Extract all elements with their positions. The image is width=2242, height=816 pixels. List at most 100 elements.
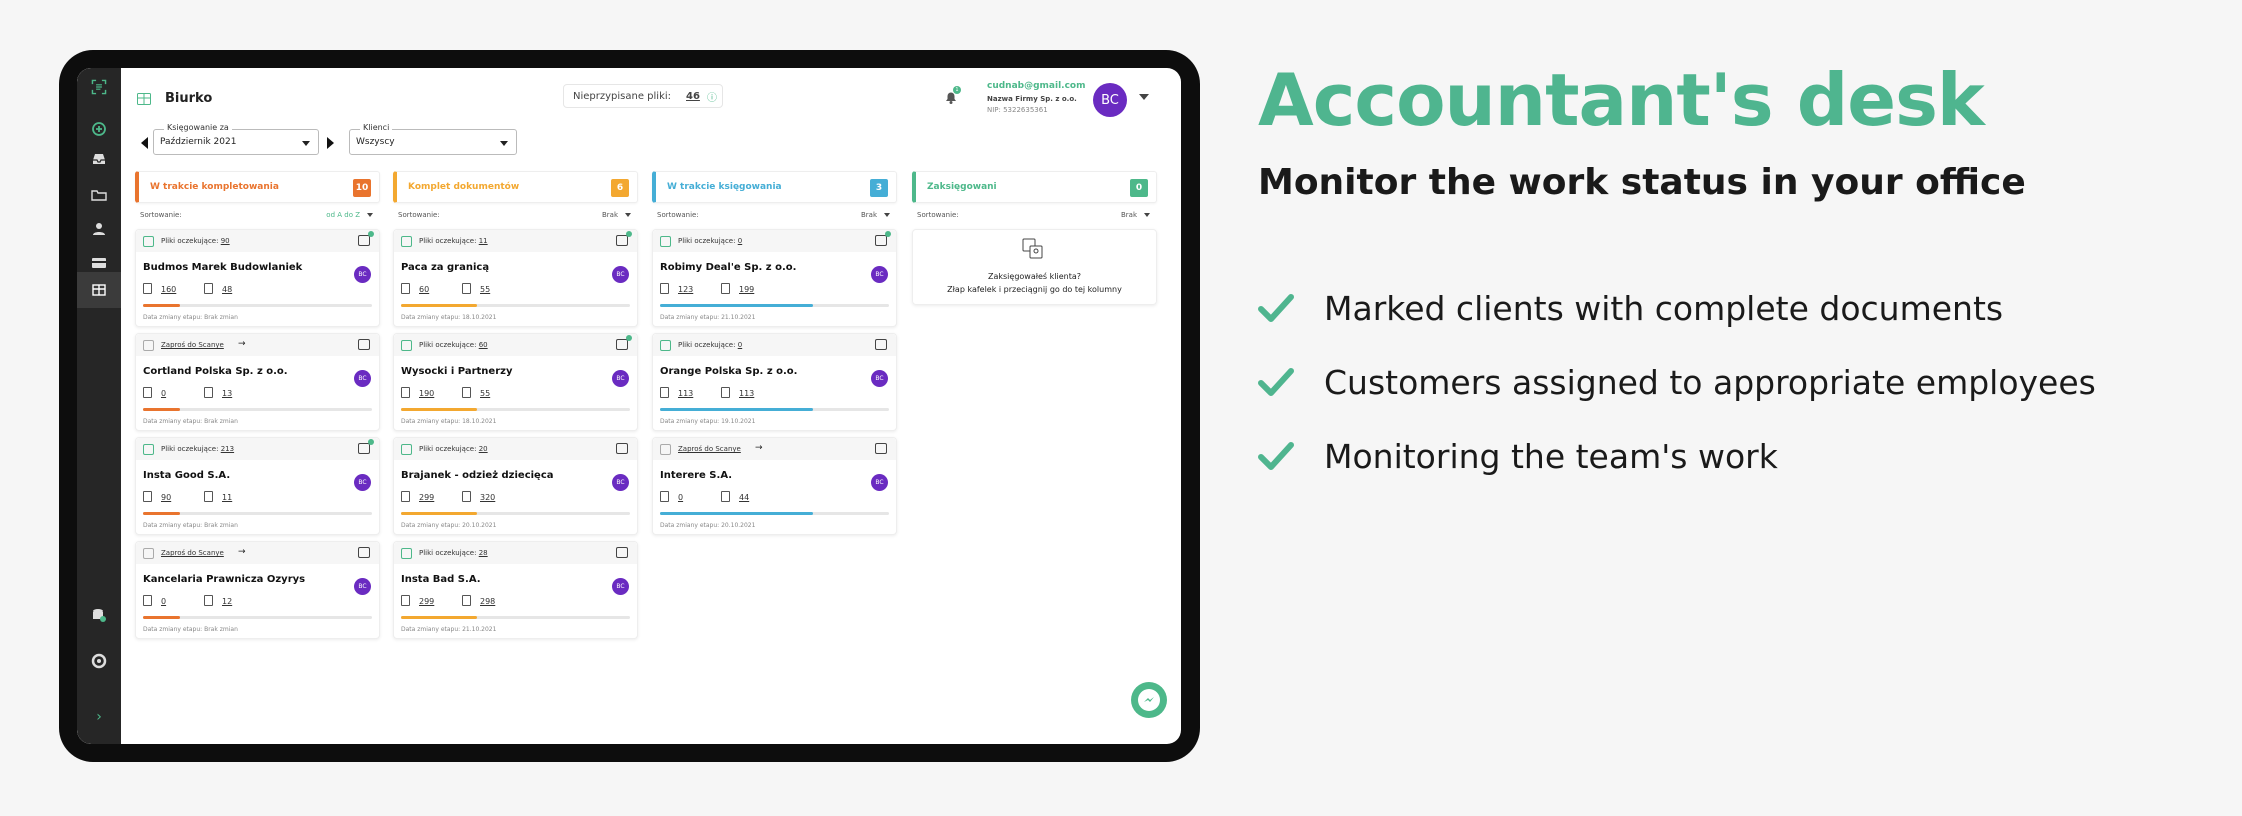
pending-count[interactable]: 60: [479, 341, 488, 349]
assignee-avatar[interactable]: BC: [612, 474, 629, 491]
assignee-avatar[interactable]: BC: [354, 474, 371, 491]
client-card[interactable]: Pliki oczekujące: 20 Brajanek - odzież d…: [393, 437, 638, 535]
message-icon[interactable]: [616, 335, 632, 350]
database-icon[interactable]: [90, 606, 108, 624]
help-icon[interactable]: [90, 652, 108, 670]
next-period-arrow-icon[interactable]: [327, 137, 334, 149]
message-icon[interactable]: [358, 547, 370, 558]
info-icon[interactable]: ⓘ: [707, 89, 717, 104]
exported-count[interactable]: 55: [480, 285, 490, 294]
pending-count[interactable]: 90: [221, 237, 230, 245]
inbox-icon[interactable]: [90, 150, 108, 168]
exported-count[interactable]: 320: [480, 493, 495, 502]
column-count-badge: 3: [870, 179, 888, 197]
assignee-avatar[interactable]: BC: [612, 266, 629, 283]
invite-link[interactable]: Zaproś do Scanye: [161, 549, 224, 557]
user-avatar[interactable]: BC: [1093, 83, 1127, 117]
client-card[interactable]: Pliki oczekujące: 90 Budmos Marek Budowl…: [135, 229, 380, 327]
exported-count[interactable]: 12: [222, 597, 232, 606]
notifications-icon[interactable]: 1: [943, 86, 961, 105]
arrow-right-icon[interactable]: →: [238, 547, 246, 557]
sort-row[interactable]: Sortowanie: Brak: [393, 203, 638, 223]
progress-bar: [401, 616, 630, 619]
pending-count[interactable]: 0: [738, 341, 742, 349]
period-select[interactable]: Księgowanie za Październik 2021: [153, 123, 319, 155]
prev-period-arrow-icon[interactable]: [141, 137, 148, 149]
invite-link[interactable]: Zaproś do Scanye: [678, 445, 741, 453]
assignee-avatar[interactable]: BC: [871, 474, 888, 491]
main-content: Biurko Nieprzypisane pliki: 46 ⓘ 1 cudna…: [121, 68, 1181, 744]
exported-count[interactable]: 55: [480, 389, 490, 398]
message-icon[interactable]: [358, 339, 370, 350]
expand-icon[interactable]: ›: [90, 708, 108, 726]
message-icon[interactable]: [875, 231, 891, 246]
message-icon[interactable]: [358, 231, 374, 246]
exported-count[interactable]: 44: [739, 493, 749, 502]
documents-count[interactable]: 299: [419, 597, 434, 606]
assignee-avatar[interactable]: BC: [871, 370, 888, 387]
exported-count[interactable]: 13: [222, 389, 232, 398]
client-card[interactable]: Zaproś do Scanye → Kancelaria Prawnicza …: [135, 541, 380, 639]
documents-count[interactable]: 0: [161, 597, 166, 606]
chat-button[interactable]: [1131, 682, 1167, 718]
message-icon[interactable]: [875, 443, 887, 454]
arrow-right-icon[interactable]: →: [755, 443, 763, 453]
documents-count[interactable]: 0: [161, 389, 166, 398]
pending-count[interactable]: 213: [221, 445, 234, 453]
unassigned-count[interactable]: 46: [686, 91, 700, 102]
card-icon[interactable]: [90, 254, 108, 272]
message-icon[interactable]: [616, 443, 628, 454]
documents-count[interactable]: 190: [419, 389, 434, 398]
message-icon[interactable]: [875, 339, 887, 350]
documents-count[interactable]: 160: [161, 285, 176, 294]
sort-row[interactable]: Sortowanie: od A do Z: [135, 203, 380, 223]
documents-count[interactable]: 90: [161, 493, 171, 502]
client-card[interactable]: Pliki oczekujące: 28 Insta Bad S.A. BC 2…: [393, 541, 638, 639]
exported-count[interactable]: 113: [739, 389, 754, 398]
client-card[interactable]: Pliki oczekujące: 11 Paca za granicą BC …: [393, 229, 638, 327]
user-icon[interactable]: [90, 220, 108, 238]
client-card[interactable]: Pliki oczekujące: 0 Orange Polska Sp. z …: [652, 333, 897, 431]
message-icon[interactable]: [616, 231, 632, 246]
client-card[interactable]: Pliki oczekujące: 0 Robimy Deal'e Sp. z …: [652, 229, 897, 327]
invite-link[interactable]: Zaproś do Scanye: [161, 341, 224, 349]
arrow-right-icon[interactable]: →: [238, 339, 246, 349]
desk-icon[interactable]: [77, 272, 121, 308]
client-card[interactable]: Pliki oczekujące: 60 Wysocki i Partnerzy…: [393, 333, 638, 431]
pending-count[interactable]: 0: [738, 237, 742, 245]
pending-count[interactable]: 20: [479, 445, 488, 453]
client-card[interactable]: Zaproś do Scanye → Interere S.A. BC 0 44…: [652, 437, 897, 535]
kanban-column: W trakcie księgowania 3 Sortowanie: Brak…: [652, 171, 897, 535]
client-card[interactable]: Zaproś do Scanye → Cortland Polska Sp. z…: [135, 333, 380, 431]
message-icon[interactable]: [358, 439, 374, 454]
documents-count[interactable]: 60: [419, 285, 429, 294]
documents-count[interactable]: 299: [419, 493, 434, 502]
message-icon[interactable]: [616, 547, 628, 558]
sort-row[interactable]: Sortowanie: Brak: [912, 203, 1157, 223]
assignee-avatar[interactable]: BC: [612, 370, 629, 387]
exported-count[interactable]: 199: [739, 285, 754, 294]
unassigned-files-box[interactable]: Nieprzypisane pliki: 46 ⓘ: [563, 84, 723, 108]
documents-count[interactable]: 123: [678, 285, 693, 294]
pending-count[interactable]: 28: [479, 549, 488, 557]
assignee-avatar[interactable]: BC: [354, 266, 371, 283]
assignee-avatar[interactable]: BC: [871, 266, 888, 283]
client-card[interactable]: Pliki oczekujące: 213 Insta Good S.A. BC…: [135, 437, 380, 535]
sort-row[interactable]: Sortowanie: Brak: [652, 203, 897, 223]
exported-count[interactable]: 298: [480, 597, 495, 606]
documents-count[interactable]: 113: [678, 389, 693, 398]
pending-label: Pliki oczekujące:: [678, 237, 736, 245]
add-icon[interactable]: [90, 120, 108, 138]
exported-count[interactable]: 11: [222, 493, 232, 502]
assignee-avatar[interactable]: BC: [354, 578, 371, 595]
exported-count[interactable]: 48: [222, 285, 232, 294]
drop-zone[interactable]: Zaksięgowałeś klienta? Złap kafelek i pr…: [912, 229, 1157, 305]
clients-select[interactable]: Klienci Wszyscy: [349, 123, 517, 155]
scanye-logo-icon[interactable]: [88, 76, 110, 98]
documents-count[interactable]: 0: [678, 493, 683, 502]
assignee-avatar[interactable]: BC: [354, 370, 371, 387]
user-menu-chevron-icon[interactable]: [1139, 94, 1149, 100]
assignee-avatar[interactable]: BC: [612, 578, 629, 595]
pending-count[interactable]: 11: [479, 237, 488, 245]
folder-icon[interactable]: [90, 186, 108, 204]
